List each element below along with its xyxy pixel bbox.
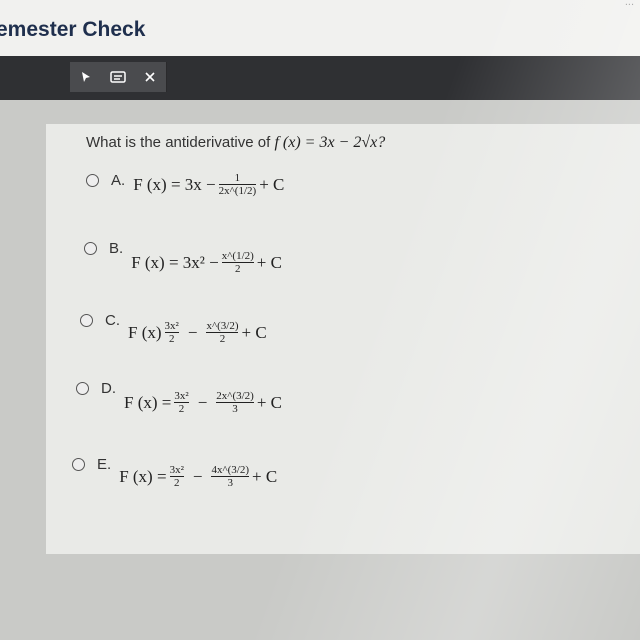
option-tail: + C [241, 322, 267, 342]
fraction-numerator: 3x² [164, 320, 179, 332]
option-a[interactable]: A. F (x) = 3x − 1 2x^(1/2) + C [86, 172, 284, 197]
minus-sign: − [197, 392, 208, 412]
option-lhs: F (x) [128, 322, 162, 342]
fraction-numerator: 4x^(3/2) [211, 464, 250, 476]
fraction: 1 2x^(1/2) [218, 172, 257, 197]
fraction: 2x^(3/2) 3 [216, 390, 254, 415]
radio-button[interactable] [76, 382, 89, 395]
fraction-denominator: 3 [227, 477, 233, 489]
notes-tool-button[interactable] [102, 62, 135, 92]
fraction: 3x² 2 [169, 464, 184, 489]
option-b[interactable]: B. F (x) = 3x² − x^(1/2) 2 + C [84, 240, 282, 275]
question-text: What is the antiderivative of f (x) = 3x… [86, 134, 385, 152]
fraction: 4x^(3/2) 3 [211, 464, 250, 489]
fraction: 3x² 2 [174, 390, 189, 415]
option-lhs: F (x) = [119, 466, 167, 486]
option-lhs: F (x) = [124, 392, 172, 412]
radio-button[interactable] [80, 314, 93, 327]
corner-text: ... [624, 0, 634, 8]
option-tail: + C [252, 466, 278, 486]
option-letter: D. [101, 380, 116, 397]
fraction: x^(3/2) 2 [206, 320, 239, 345]
fraction-numerator: 3x² [169, 464, 184, 476]
question-prefix: What is the antiderivative of [86, 134, 271, 151]
radio-button[interactable] [72, 458, 85, 471]
app-header: emester Check ... [0, 0, 640, 56]
fraction-numerator: x^(1/2) [221, 250, 254, 262]
fraction-denominator: 2 [219, 333, 226, 345]
fraction-denominator: 3 [232, 403, 238, 415]
toolbar [0, 56, 640, 100]
radio-button[interactable] [84, 242, 97, 255]
option-c[interactable]: C. F (x) 3x² 2 − x^(3/2) 2 + C [80, 312, 267, 345]
option-lhs: F (x) = 3x² − [131, 252, 219, 272]
option-expression: F (x) 3x² 2 − x^(3/2) 2 + C [128, 320, 267, 345]
option-letter: E. [97, 456, 112, 473]
fraction: 3x² 2 [164, 320, 179, 345]
close-icon [145, 72, 155, 82]
fraction-numerator: 2x^(3/2) [216, 390, 254, 402]
option-letter: B. [109, 240, 124, 257]
option-lhs: F (x) = 3x − [133, 174, 216, 194]
pointer-icon [82, 72, 90, 82]
option-letter: C. [105, 312, 120, 329]
minus-sign: − [192, 466, 203, 486]
option-expression: F (x) = 3x² − x^(1/2) 2 + C [131, 250, 282, 275]
page-title: emester Check [0, 18, 146, 41]
question-expression: f (x) = 3x − 2√x? [274, 134, 386, 151]
pointer-tool-button[interactable] [70, 62, 103, 92]
option-tail: + C [256, 392, 283, 412]
option-expression: F (x) = 3x² 2 − 2x^(3/2) 3 + C [124, 390, 282, 415]
fraction-numerator: 1 [234, 172, 241, 184]
option-expression: F (x) = 3x − 1 2x^(1/2) + C [133, 172, 284, 197]
fraction-denominator: 2 [178, 403, 185, 415]
fraction-numerator: 3x² [174, 390, 189, 402]
fraction: x^(1/2) 2 [221, 250, 254, 275]
radio-button[interactable] [86, 174, 99, 187]
close-tool-button[interactable] [134, 62, 167, 92]
notes-icon [110, 71, 126, 83]
option-d[interactable]: D. F (x) = 3x² 2 − 2x^(3/2) 3 + C [76, 380, 282, 415]
option-tail: + C [259, 174, 285, 194]
option-e[interactable]: E. F (x) = 3x² 2 − 4x^(3/2) 3 + C [72, 456, 277, 489]
fraction-denominator: 2x^(1/2) [218, 185, 257, 197]
fraction-denominator: 2 [168, 333, 175, 345]
fraction-denominator: 2 [173, 477, 180, 489]
fraction-denominator: 2 [235, 263, 241, 275]
fraction-numerator: x^(3/2) [206, 320, 239, 332]
option-expression: F (x) = 3x² 2 − 4x^(3/2) 3 + C [119, 464, 277, 489]
minus-sign: − [187, 322, 198, 342]
option-letter: A. [111, 172, 126, 189]
option-tail: + C [256, 252, 282, 272]
